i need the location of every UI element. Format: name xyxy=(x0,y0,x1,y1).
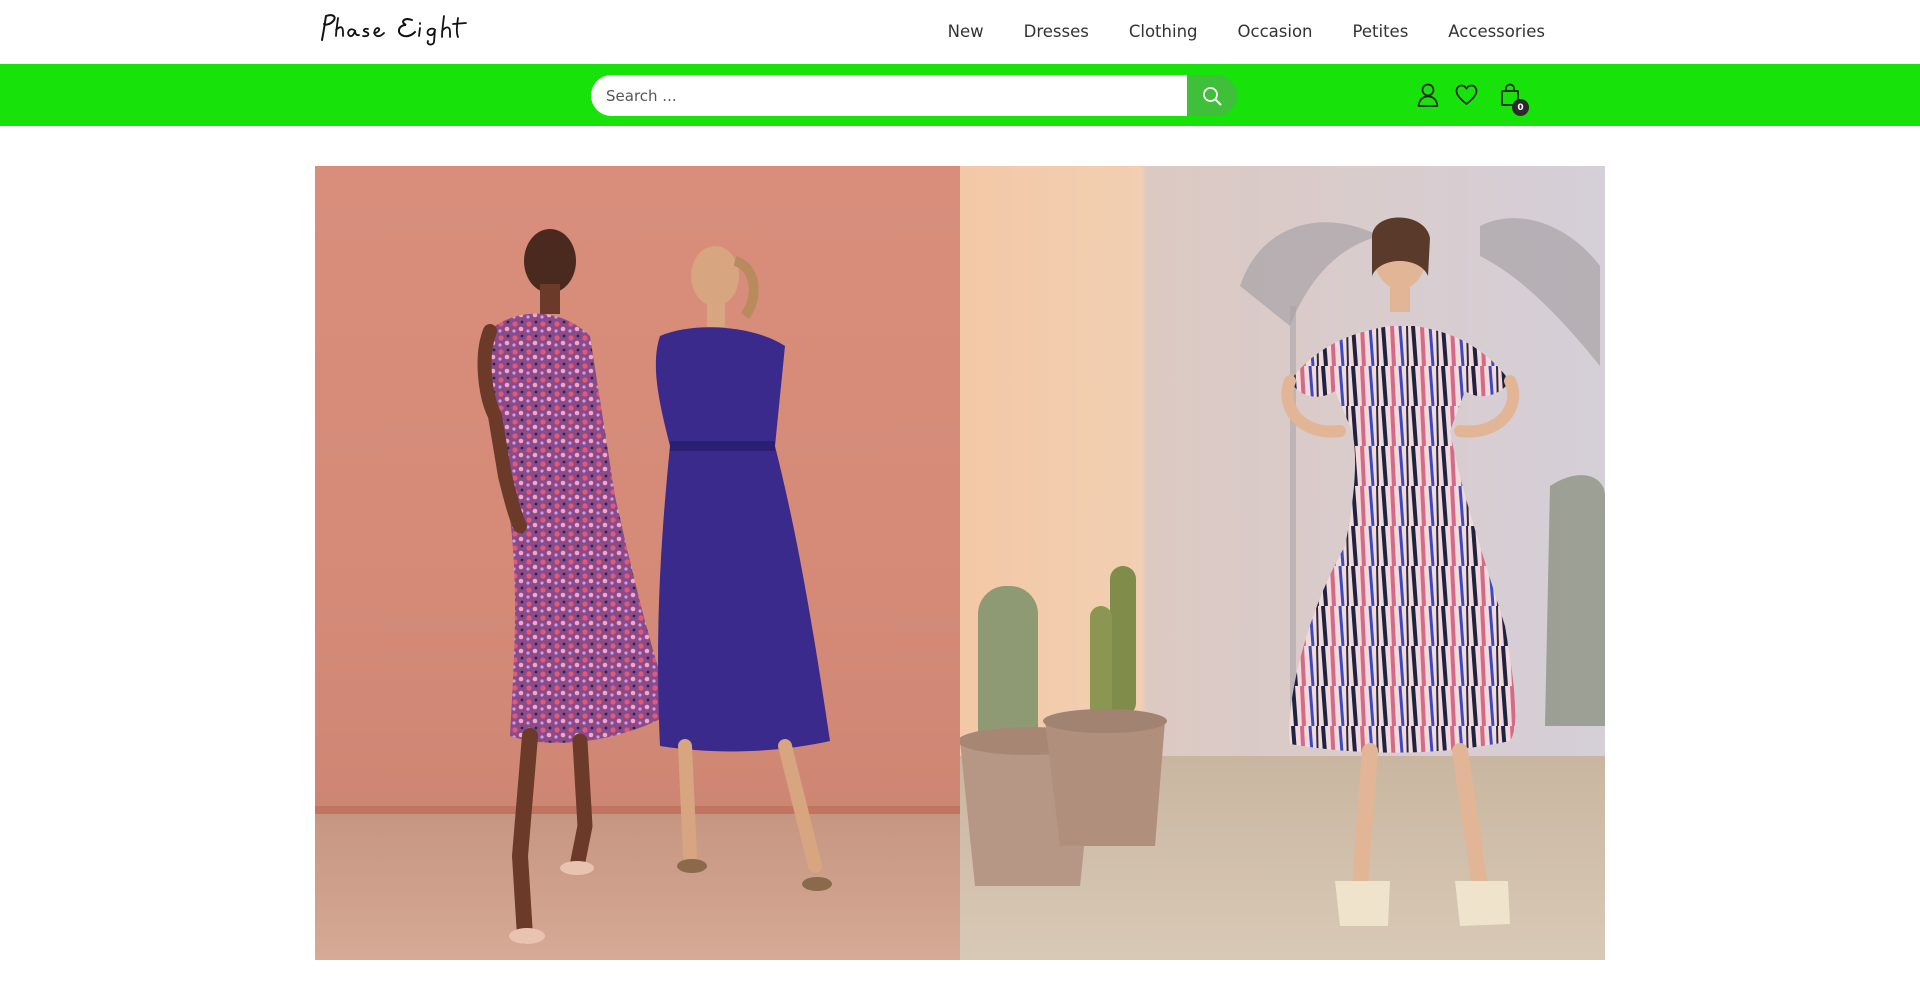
search-button[interactable] xyxy=(1187,75,1237,116)
woman-in-printed-dress-with-cacti-photo[interactable] xyxy=(960,166,1605,960)
two-women-in-dresses-photo[interactable] xyxy=(315,166,960,960)
account-button[interactable] xyxy=(1416,82,1440,108)
hero-banner xyxy=(315,166,1605,960)
nav-item-accessories[interactable]: Accessories xyxy=(1428,0,1565,64)
search-input[interactable] xyxy=(591,75,1187,116)
hero-image-left xyxy=(315,166,960,960)
nav-item-clothing[interactable]: Clothing xyxy=(1109,0,1218,64)
search-bar-strip: 0 xyxy=(0,64,1920,126)
nav-item-occasion[interactable]: Occasion xyxy=(1218,0,1333,64)
nav-item-dresses[interactable]: Dresses xyxy=(1004,0,1109,64)
nav-item-new[interactable]: New xyxy=(928,0,1004,64)
hero-image-right xyxy=(960,166,1605,960)
heart-icon xyxy=(1455,84,1477,105)
user-icon xyxy=(1417,83,1439,107)
main-navigation: New Dresses Clothing Occasion Petites Ac… xyxy=(928,0,1565,64)
search-form xyxy=(591,75,1237,116)
header-actions: 0 xyxy=(1416,78,1529,116)
search-icon xyxy=(1203,86,1222,105)
site-header: New Dresses Clothing Occasion Petites Ac… xyxy=(0,0,1920,64)
brand-logo[interactable] xyxy=(316,10,481,46)
nav-item-petites[interactable]: Petites xyxy=(1333,0,1429,64)
cart-button[interactable]: 0 xyxy=(1498,82,1529,116)
cart-count-badge: 0 xyxy=(1512,99,1529,116)
wishlist-button[interactable] xyxy=(1454,82,1478,108)
phase-eight-logo xyxy=(321,14,467,46)
